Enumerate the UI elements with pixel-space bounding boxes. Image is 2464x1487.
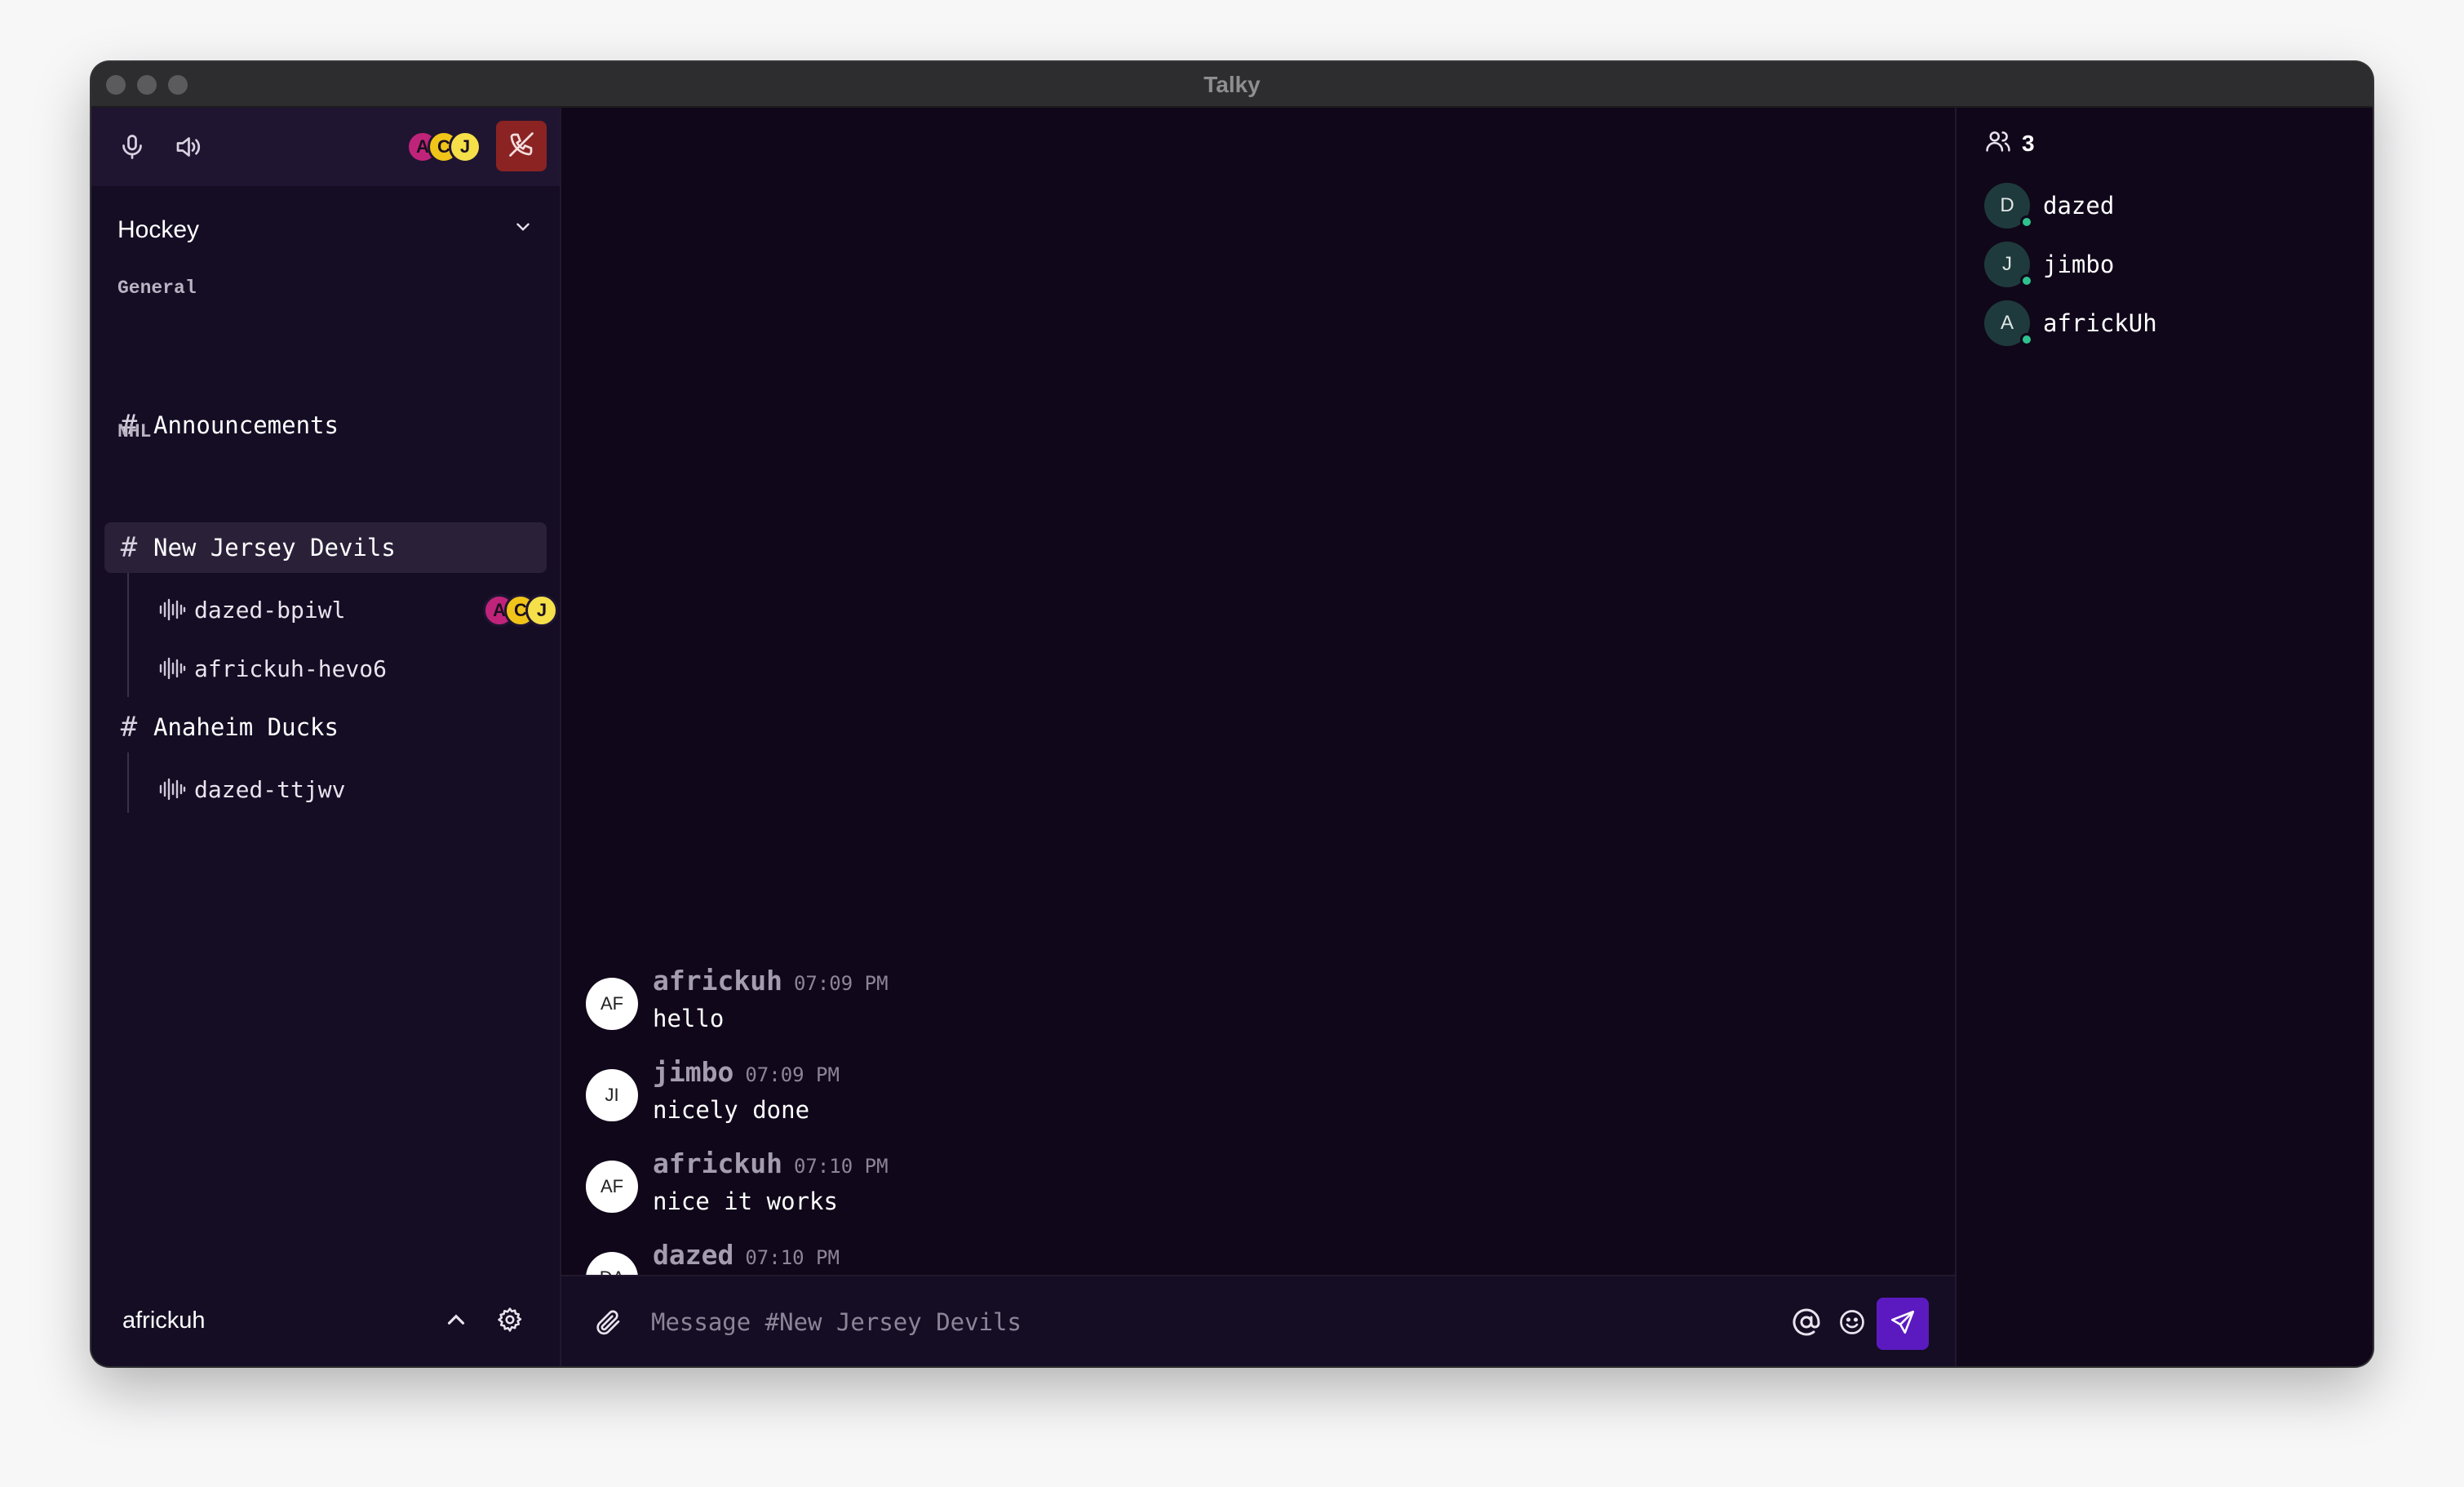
phone-off-icon (507, 130, 536, 163)
message-author[interactable]: africkuh (653, 1147, 782, 1179)
hash-icon: # (120, 711, 138, 744)
channel-anaheim-ducks[interactable]: # Anaheim Ducks (104, 702, 547, 752)
tree-line (127, 573, 129, 697)
message-text: hello (653, 1005, 725, 1032)
member-name: africkUh (2043, 309, 2157, 337)
online-status-dot (2020, 274, 2033, 287)
voice-channel-participants: ACJ (483, 594, 558, 627)
settings-gear-icon[interactable] (496, 1306, 524, 1334)
chevron-up-icon[interactable] (442, 1306, 470, 1334)
members-panel: 3 Ddazed Jjimbo AafrickUh (1955, 108, 2373, 1366)
hash-icon: # (120, 531, 138, 564)
avatar: J (1984, 242, 2033, 287)
member-name: dazed (2043, 192, 2115, 220)
category-label-general: General (117, 277, 197, 299)
audio-wave-icon (159, 598, 186, 621)
member-item[interactable]: Ddazed (1984, 181, 2114, 230)
message-body: africkuh 07:09 PM hello (653, 965, 889, 1046)
avatar[interactable]: JI (586, 1069, 638, 1121)
channel-name: New Jersey Devils (153, 534, 396, 562)
mention-icon[interactable] (1792, 1307, 1821, 1337)
voice-channel-name: dazed-ttjwv (194, 775, 346, 803)
hang-up-button[interactable] (496, 121, 547, 171)
audio-wave-icon (159, 778, 186, 801)
avatar: A (1984, 300, 2033, 346)
send-icon (1889, 1308, 1917, 1340)
voice-channel-name: africkuh-hevo6 (194, 655, 388, 682)
server-name: Hockey (117, 216, 200, 243)
tree-line (127, 752, 129, 813)
message-body: africkuh 07:10 PM nice it works (653, 1147, 889, 1229)
paperclip-icon[interactable] (594, 1307, 623, 1337)
member-item[interactable]: AafrickUh (1984, 299, 2157, 348)
microphone-icon[interactable] (117, 132, 147, 162)
chevron-down-icon (512, 216, 534, 244)
message-item: JI jimbo 07:09 PM nicely done (586, 1056, 840, 1138)
channel-announcements[interactable]: # Announcements (104, 400, 547, 451)
user-bar: africkuh (91, 1275, 560, 1366)
sidebar: ACJ Hockey General # Announcements NHL #… (91, 108, 561, 1366)
member-count-value: 3 (2022, 131, 2035, 156)
member-item[interactable]: Jjimbo (1984, 240, 2114, 289)
channel-name: Announcements (153, 411, 339, 439)
message-item: AF africkuh 07:09 PM hello (586, 965, 889, 1046)
message-author[interactable]: dazed (653, 1239, 733, 1271)
title-bar: Talky (91, 62, 2373, 108)
emoji-icon[interactable] (1837, 1307, 1867, 1337)
audio-wave-icon (159, 657, 186, 680)
message-time: 07:10 PM (793, 1155, 889, 1178)
avatar: D (1984, 183, 2033, 229)
voice-channel-name: dazed-bpiwl (194, 596, 346, 624)
username: africkuh (122, 1307, 206, 1334)
server-selector[interactable]: Hockey (117, 206, 534, 255)
speaker-icon[interactable] (173, 132, 202, 162)
channel-name: Anaheim Ducks (153, 713, 339, 741)
channel-new-jersey-devils[interactable]: # New Jersey Devils (104, 522, 547, 573)
participant-avatar: J (449, 131, 481, 163)
message-time: 07:09 PM (745, 1063, 840, 1086)
message-body: jimbo 07:09 PM nicely done (653, 1056, 840, 1138)
message-composer: Message #New Jersey Devils (561, 1275, 1955, 1366)
window-title: Talky (1203, 72, 1261, 97)
send-button[interactable] (1877, 1298, 1929, 1350)
avatar[interactable]: AF (586, 978, 638, 1030)
member-name: jimbo (2043, 251, 2115, 278)
online-status-dot (2020, 215, 2033, 229)
chat-area: AF africkuh 07:09 PM hello JI jimbo 07:09 PM ni… (561, 108, 1955, 1366)
message-author[interactable]: jimbo (653, 1056, 733, 1088)
message-time: 07:10 PM (745, 1246, 840, 1269)
online-status-dot (2020, 333, 2033, 346)
message-author[interactable]: africkuh (653, 965, 782, 997)
category-label-nhl: NHL (117, 421, 152, 442)
participant-avatar: J (525, 594, 558, 627)
avatar[interactable]: AF (586, 1161, 638, 1213)
message-input[interactable]: Message #New Jersey Devils (651, 1276, 1021, 1366)
voice-channel-dazed-ttjwv[interactable]: dazed-ttjwv (158, 764, 547, 815)
voice-control-bar: ACJ (91, 108, 560, 186)
voice-channel-africkuh-hevo6[interactable]: africkuh-hevo6 (158, 643, 547, 694)
voice-channel-dazed-bpiwl[interactable]: dazed-bpiwl ACJ (158, 584, 558, 635)
message-text: nicely done (653, 1096, 810, 1124)
message-item: AF africkuh 07:10 PM nice it works (586, 1147, 889, 1229)
message-text: nice it works (653, 1187, 838, 1215)
voice-participants: ACJ (406, 131, 481, 163)
users-icon (1984, 127, 2012, 161)
app-window: Talky ACJ Hockey General # Announcements… (91, 62, 2373, 1366)
member-count: 3 (1984, 127, 2035, 160)
message-time: 07:09 PM (793, 972, 889, 995)
